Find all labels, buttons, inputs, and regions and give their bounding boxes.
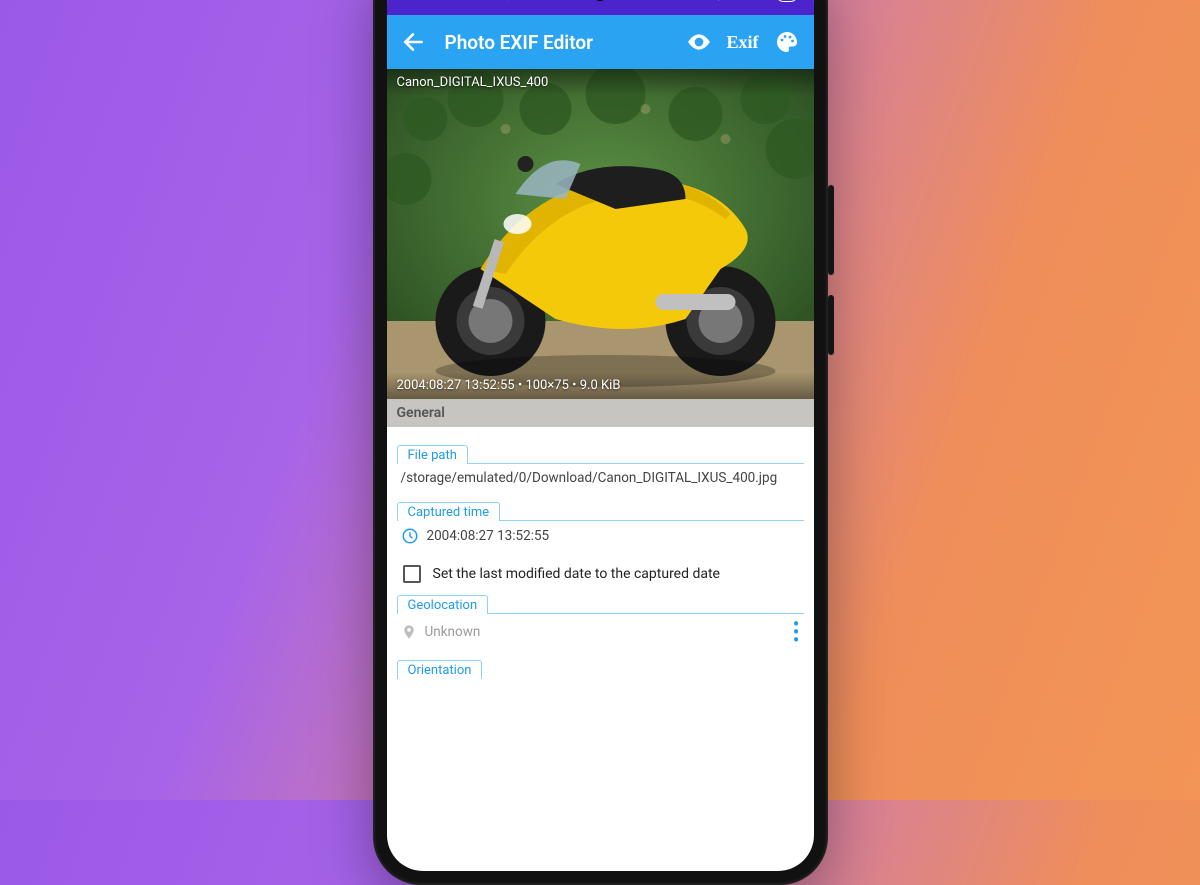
geolocation-more-button[interactable]: ••• xyxy=(793,620,800,644)
app-bar: Photo EXIF Editor Exif xyxy=(387,15,814,69)
field-geolocation[interactable]: Geolocation Unknown ••• xyxy=(397,593,804,648)
mute-icon xyxy=(477,0,492,2)
file-path-value: /storage/emulated/0/Download/Canon_DIGIT… xyxy=(397,463,804,490)
phone-side-button xyxy=(828,185,834,275)
set-modified-date-row[interactable]: Set the last modified date to the captur… xyxy=(403,565,798,583)
battery-indicator: 93 xyxy=(776,0,797,2)
arrow-left-icon xyxy=(401,29,427,55)
pinwheel-icon xyxy=(518,0,532,1)
eye-icon xyxy=(686,29,712,55)
palette-button[interactable] xyxy=(774,29,800,55)
no-sim-icon xyxy=(731,0,747,1)
wifi-icon xyxy=(753,0,770,1)
status-right: 93 xyxy=(713,0,797,2)
file-path-label: File path xyxy=(397,445,468,464)
status-left: 8:47 AM xyxy=(403,0,552,2)
captured-time-value: 2004:08:27 13:52:55 xyxy=(427,528,550,544)
phone-screen: 8:47 AM 93 xyxy=(387,0,814,871)
exif-button[interactable]: Exif xyxy=(730,29,756,55)
general-fields: File path /storage/emulated/0/Download/C… xyxy=(387,427,814,696)
field-captured-time[interactable]: Captured time 2004:08:27 13:52:55 xyxy=(397,500,804,549)
checkbox-icon[interactable] xyxy=(403,565,421,583)
photo-preview[interactable]: Canon_DIGITAL_IXUS_400 2004:08:27 13:52:… xyxy=(387,69,814,399)
app-title: Photo EXIF Editor xyxy=(445,31,668,54)
captured-time-label: Captured time xyxy=(397,502,501,521)
status-time: 8:47 AM xyxy=(403,0,452,2)
phone-frame: 8:47 AM 93 xyxy=(373,0,828,885)
palette-icon xyxy=(775,30,799,54)
field-file-path[interactable]: File path /storage/emulated/0/Download/C… xyxy=(397,443,804,490)
field-orientation[interactable]: Orientation xyxy=(397,658,804,678)
orientation-label: Orientation xyxy=(397,660,483,679)
view-button[interactable] xyxy=(686,29,712,55)
geolocation-value: Unknown xyxy=(425,624,481,640)
set-modified-date-label: Set the last modified date to the captur… xyxy=(433,566,721,582)
moon-icon xyxy=(457,0,471,1)
phone-side-button xyxy=(828,295,834,355)
x-icon xyxy=(538,0,551,1)
telegram-icon xyxy=(498,0,512,1)
pin-icon xyxy=(401,624,417,640)
photo-camera-name: Canon_DIGITAL_IXUS_400 xyxy=(387,69,814,96)
bluetooth-icon xyxy=(713,0,725,2)
geolocation-label: Geolocation xyxy=(397,595,489,614)
photo-meta-line: 2004:08:27 13:52:55 • 100×75 • 9.0 KiB xyxy=(387,372,814,399)
status-bar: 8:47 AM 93 xyxy=(387,0,814,15)
section-general-header: General xyxy=(387,399,814,427)
clock-icon xyxy=(401,527,419,545)
back-button[interactable] xyxy=(401,29,427,55)
motorcycle-image xyxy=(387,69,814,399)
